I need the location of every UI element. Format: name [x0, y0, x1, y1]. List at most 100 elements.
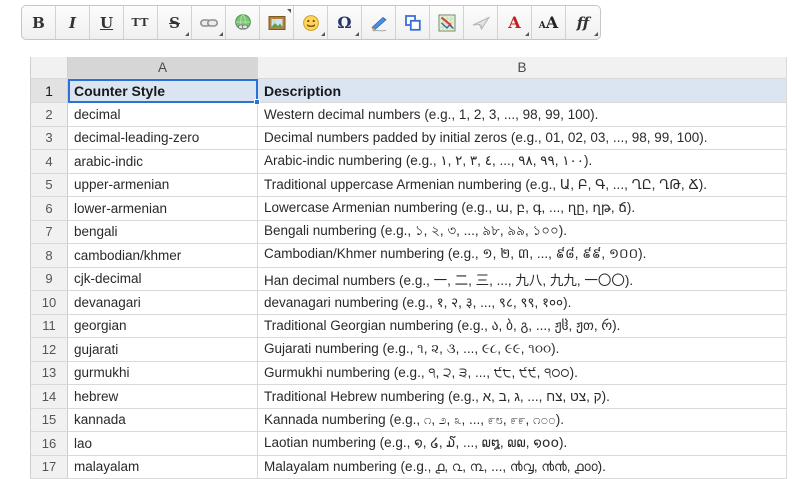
bold-label: B — [32, 14, 45, 32]
table-row: 3 decimal-leading-zero Decimal numbers p… — [30, 127, 787, 151]
description-cell[interactable]: Decimal numbers padded by initial zeros … — [258, 127, 787, 151]
counter-style-cell[interactable]: decimal — [68, 103, 258, 127]
font-size-button[interactable]: A A — [532, 6, 566, 39]
description-cell[interactable]: Traditional uppercase Armenian numbering… — [258, 174, 787, 198]
table-row: 13 gurmukhi Gurmukhi numbering (e.g., ੧,… — [30, 362, 787, 386]
description-cell[interactable]: Western decimal numbers (e.g., 1, 2, 3, … — [258, 103, 787, 127]
table-row: 6 lower-armenian Lowercase Armenian numb… — [30, 197, 787, 221]
row-number[interactable]: 3 — [30, 127, 68, 151]
insert-image-button[interactable] — [260, 6, 294, 39]
formatting-toolbar: B I U TT S — [21, 5, 601, 40]
selection-handle[interactable] — [254, 99, 260, 105]
counter-style-cell[interactable]: cambodian/khmer — [68, 244, 258, 268]
row-number[interactable]: 2 — [30, 103, 68, 127]
counter-style-cell[interactable]: decimal-leading-zero — [68, 127, 258, 151]
dropdown-corner-icon — [185, 32, 189, 36]
column-header-b[interactable]: B — [258, 57, 787, 79]
font-family-label: ff — [577, 14, 589, 32]
description-cell[interactable]: Kannada numbering (e.g., ೧, ೨, ೩, ..., ೯… — [258, 409, 787, 433]
row-number[interactable]: 1 — [30, 79, 68, 103]
table-row: 7 bengali Bengali numbering (e.g., ১, ২,… — [30, 221, 787, 245]
table-row: 8 cambodian/khmer Cambodian/Khmer number… — [30, 244, 787, 268]
table-row: 2 decimal Western decimal numbers (e.g.,… — [30, 103, 787, 127]
counter-style-cell[interactable]: lower-armenian — [68, 197, 258, 221]
row-number[interactable]: 10 — [30, 291, 68, 315]
row-number[interactable]: 16 — [30, 432, 68, 456]
description-cell[interactable]: devanagari numbering (e.g., १, २, ३, ...… — [258, 291, 787, 315]
description-cell[interactable]: Traditional Hebrew numbering (e.g., א‎, … — [258, 385, 787, 409]
counter-style-cell[interactable]: arabic-indic — [68, 150, 258, 174]
counter-style-cell[interactable]: lao — [68, 432, 258, 456]
description-cell[interactable]: Gujarati numbering (e.g., ૧, ૨, ૩, ..., … — [258, 338, 787, 362]
table-row: 1 Counter Style Description — [30, 79, 787, 103]
table-row: 4 arabic-indic Arabic-indic numbering (e… — [30, 150, 787, 174]
description-cell[interactable]: Bengali numbering (e.g., ১, ২, ৩, ..., ৯… — [258, 221, 787, 245]
description-cell[interactable]: Malayalam numbering (e.g., ൧, ൨, ൩, ...,… — [258, 456, 787, 479]
link-button[interactable] — [192, 6, 226, 39]
chain-link-icon — [199, 13, 219, 33]
special-character-button[interactable]: Ω — [328, 6, 362, 39]
counter-style-cell[interactable]: georgian — [68, 315, 258, 339]
description-header-cell[interactable]: Description — [258, 79, 787, 103]
counter-style-cell[interactable]: devanagari — [68, 291, 258, 315]
font-color-label: A — [508, 13, 520, 32]
smiley-icon — [301, 13, 321, 33]
smiley-button[interactable] — [294, 6, 328, 39]
strikethrough-button[interactable]: S — [158, 6, 192, 39]
italic-button[interactable]: I — [56, 6, 90, 39]
row-number[interactable]: 7 — [30, 221, 68, 245]
row-number[interactable]: 17 — [30, 456, 68, 479]
dropdown-corner-icon — [594, 32, 598, 36]
font-color-button[interactable]: A — [498, 6, 532, 39]
table-row-partial: 17 malayalam Malayalam numbering (e.g., … — [30, 456, 787, 479]
column-header-row: A B — [30, 57, 787, 79]
row-number[interactable]: 14 — [30, 385, 68, 409]
row-number[interactable]: 5 — [30, 174, 68, 198]
font-family-button[interactable]: ff — [566, 6, 600, 39]
counter-style-cell[interactable]: upper-armenian — [68, 174, 258, 198]
selected-cell-a1[interactable]: Counter Style — [68, 79, 258, 103]
font-size-small-label: A — [539, 21, 546, 31]
description-cell[interactable]: Traditional Georgian numbering (e.g., ა,… — [258, 315, 787, 339]
signature-button[interactable] — [362, 6, 396, 39]
pen-writing-icon — [369, 13, 389, 33]
row-number[interactable]: 9 — [30, 268, 68, 292]
dropdown-corner-icon — [219, 32, 223, 36]
description-cell[interactable]: Laotian numbering (e.g., ໑, ໒, ໓, ..., ໙… — [258, 432, 787, 456]
counter-style-cell[interactable]: kannada — [68, 409, 258, 433]
row-number[interactable]: 13 — [30, 362, 68, 386]
row-number[interactable]: 15 — [30, 409, 68, 433]
external-link-button[interactable] — [226, 6, 260, 39]
underline-button[interactable]: U — [90, 6, 124, 39]
row-number[interactable]: 12 — [30, 338, 68, 362]
paper-plane-icon — [471, 13, 491, 33]
counter-style-cell[interactable]: gurmukhi — [68, 362, 258, 386]
send-button — [464, 6, 498, 39]
teletype-button[interactable]: TT — [124, 6, 158, 39]
spreadsheet: A B 1 Counter Style Description 2 decima… — [30, 57, 787, 479]
counter-style-cell[interactable]: bengali — [68, 221, 258, 245]
transclude-button[interactable] — [396, 6, 430, 39]
table-row: 12 gujarati Gujarati numbering (e.g., ૧,… — [30, 338, 787, 362]
globe-link-icon — [233, 13, 253, 33]
counter-style-cell[interactable]: hebrew — [68, 385, 258, 409]
counter-style-cell[interactable]: gujarati — [68, 338, 258, 362]
counter-style-header-text: Counter Style — [74, 83, 165, 99]
description-cell[interactable]: Cambodian/Khmer numbering (e.g., ១, ២, ៣… — [258, 244, 787, 268]
row-number[interactable]: 8 — [30, 244, 68, 268]
column-header-a[interactable]: A — [68, 57, 258, 79]
bold-button[interactable]: B — [22, 6, 56, 39]
row-number[interactable]: 11 — [30, 315, 68, 339]
chart-button[interactable] — [430, 6, 464, 39]
row-number[interactable]: 4 — [30, 150, 68, 174]
description-cell[interactable]: Lowercase Armenian numbering (e.g., ա, բ… — [258, 197, 787, 221]
omega-label: Ω — [337, 13, 351, 32]
underline-label: U — [100, 14, 113, 32]
description-cell[interactable]: Han decimal numbers (e.g., 一, 二, 三, ...,… — [258, 268, 787, 292]
counter-style-cell[interactable]: cjk-decimal — [68, 268, 258, 292]
counter-style-cell[interactable]: malayalam — [68, 456, 258, 479]
corner-cell[interactable] — [30, 57, 68, 79]
description-cell[interactable]: Gurmukhi numbering (e.g., ੧, ੨, ੩, ..., … — [258, 362, 787, 386]
description-cell[interactable]: Arabic-indic numbering (e.g., ١‎, ٢‎, ٣‎… — [258, 150, 787, 174]
row-number[interactable]: 6 — [30, 197, 68, 221]
